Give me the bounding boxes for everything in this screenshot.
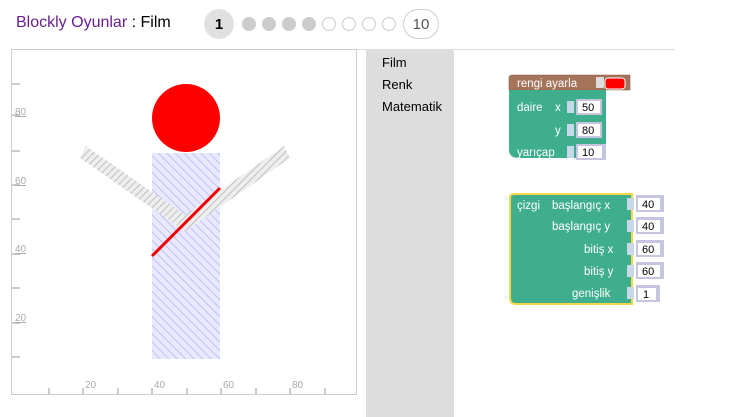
toolbox-category-matematik[interactable]: Matematik: [382, 99, 442, 114]
page-title: Blockly Oyunlar : Film: [16, 14, 171, 32]
toolbox: Film Renk Matematik: [366, 49, 454, 417]
level-10-button[interactable]: 10: [403, 9, 439, 39]
level-4-dot[interactable]: [282, 17, 296, 31]
line-label: çizgi: [517, 200, 540, 212]
game-name: Film: [140, 14, 171, 31]
drawing-canvas: 80 60 40 20 20 40 60 80: [11, 49, 357, 395]
x-label-20: 20: [85, 380, 97, 391]
y-label-60: 60: [15, 176, 27, 187]
circle-y-value[interactable]: 80: [582, 125, 594, 137]
toolbox-category-film[interactable]: Film: [382, 55, 407, 70]
circle-x-label: x: [555, 102, 561, 114]
level-6-dot[interactable]: [322, 17, 336, 31]
level-7-dot[interactable]: [342, 17, 356, 31]
level-1-button[interactable]: 1: [204, 9, 234, 39]
level-9-dot[interactable]: [382, 17, 396, 31]
line-width-label: genişlik: [572, 288, 611, 300]
circle-y-label: y: [555, 125, 561, 137]
level-3-dot[interactable]: [262, 17, 276, 31]
line-x2-value[interactable]: 60: [642, 244, 654, 256]
color-swatch[interactable]: [604, 77, 626, 90]
app-title-link[interactable]: Blockly Oyunlar: [16, 14, 127, 31]
set-color-block[interactable]: rengi ayarla: [508, 74, 631, 91]
workspace-svg: rengi ayarla daire x 50 y 80 yarıçap 10: [508, 74, 664, 305]
blockly-workspace[interactable]: rengi ayarla daire x 50 y 80 yarıçap 10: [454, 50, 735, 417]
circle-radius-value[interactable]: 10: [582, 147, 594, 159]
line-x2-label: bitiş x: [584, 244, 614, 256]
level-5-dot[interactable]: [302, 17, 316, 31]
line-block[interactable]: çizgi başlangıç x 40 başlangıç y 40 biti…: [509, 193, 664, 305]
line-x1-label: başlangıç x: [552, 200, 610, 212]
line-y2-value[interactable]: 60: [642, 266, 654, 278]
circle-block[interactable]: daire x 50 y 80 yarıçap 10: [509, 90, 606, 160]
canvas-svg: [12, 83, 326, 394]
circle-label: daire: [517, 102, 543, 114]
line-x1-value[interactable]: 40: [642, 199, 654, 211]
line-y2-label: bitiş y: [584, 266, 614, 278]
circle-radius-label: yarıçap: [517, 147, 555, 159]
x-label-60: 60: [223, 380, 235, 391]
line-width-value[interactable]: 1: [643, 289, 649, 301]
set-color-label: rengi ayarla: [517, 78, 578, 90]
x-label-40: 40: [154, 380, 166, 391]
line-y1-label: başlangıç y: [552, 221, 610, 233]
y-label-80: 80: [15, 107, 27, 118]
body-rectangle: [152, 153, 220, 359]
x-label-80: 80: [292, 380, 304, 391]
head-circle: [152, 84, 220, 152]
toolbox-category-renk[interactable]: Renk: [382, 77, 412, 92]
circle-x-value[interactable]: 50: [582, 102, 594, 114]
level-8-dot[interactable]: [362, 17, 376, 31]
line-y1-value[interactable]: 40: [642, 221, 654, 233]
level-selector: 1 10: [204, 9, 439, 39]
y-label-40: 40: [15, 244, 27, 255]
y-label-20: 20: [15, 313, 27, 324]
title-separator: :: [127, 14, 141, 31]
level-2-dot[interactable]: [242, 17, 256, 31]
